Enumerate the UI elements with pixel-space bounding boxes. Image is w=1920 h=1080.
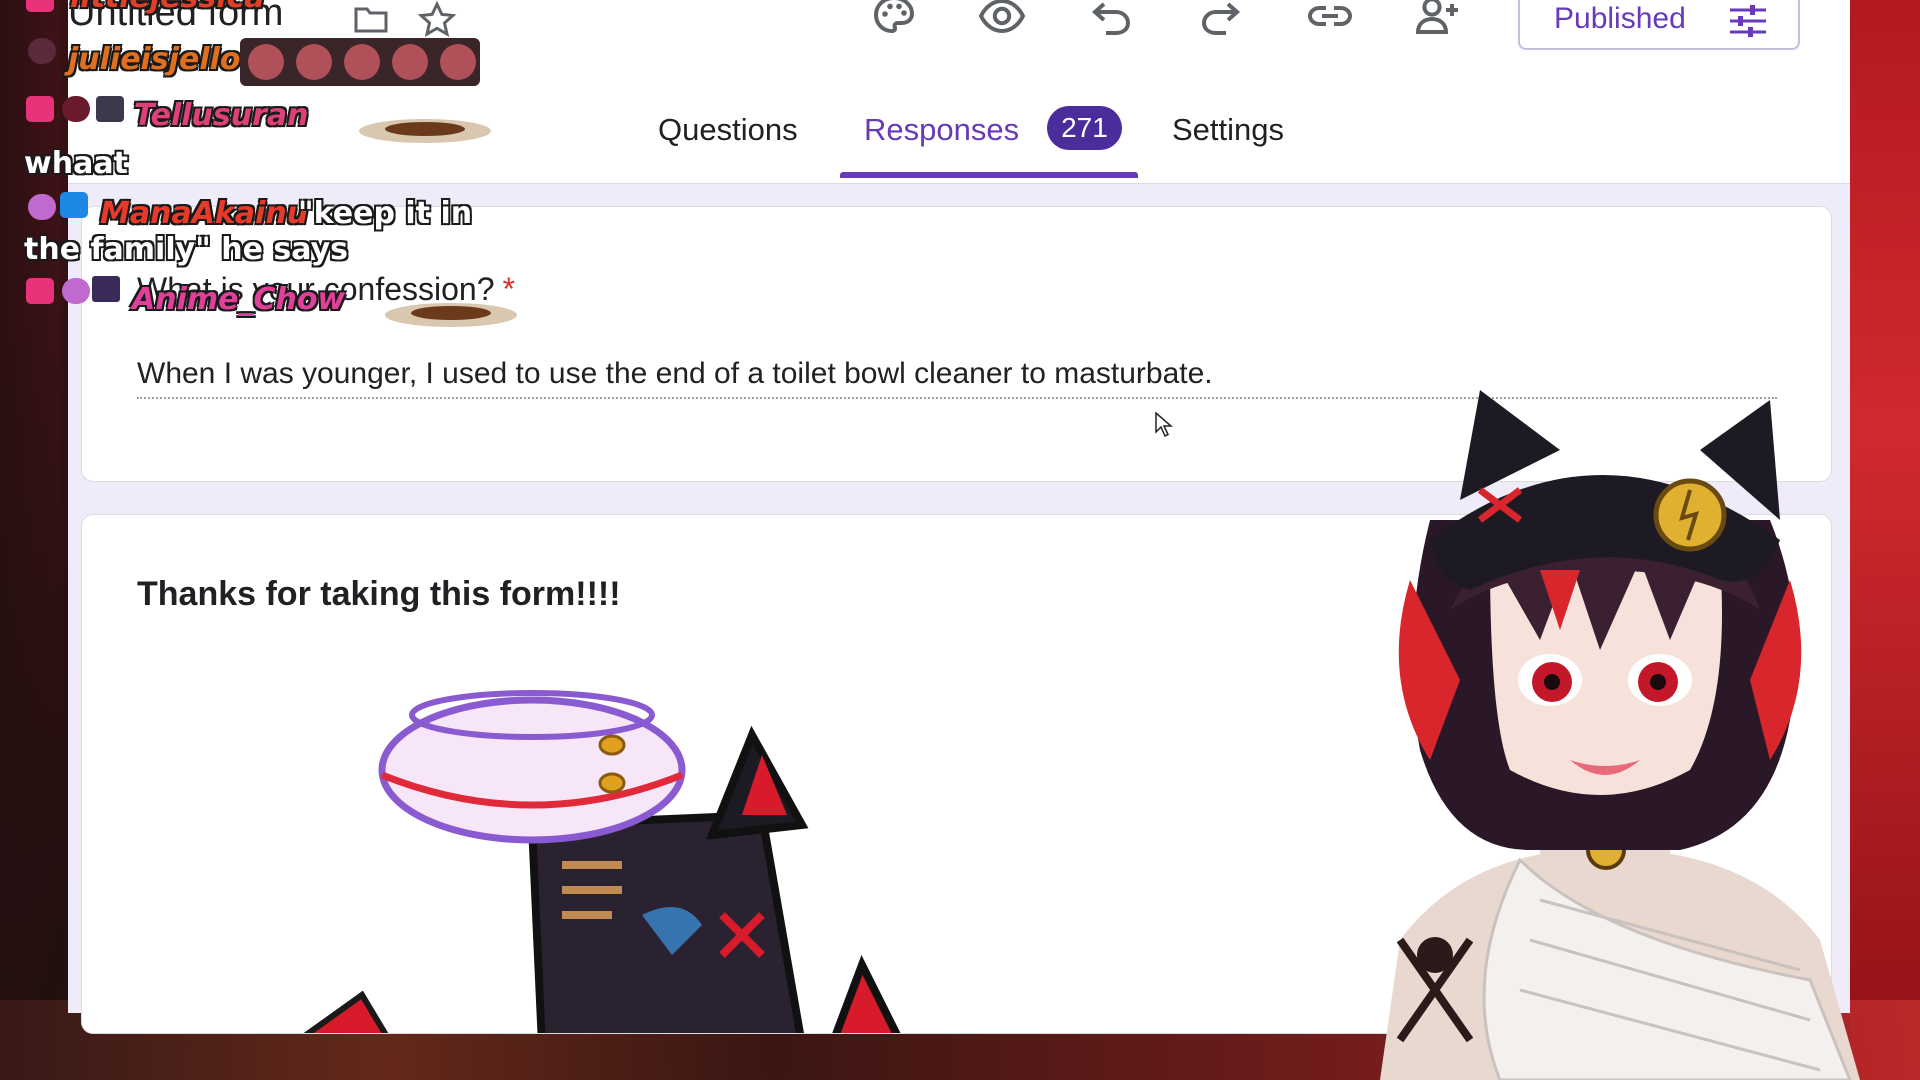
published-button[interactable]: Published bbox=[1518, 0, 1800, 50]
subscriber-badge-icon bbox=[26, 0, 54, 12]
user-avatar-badge-icon bbox=[28, 38, 56, 64]
publish-settings-icon bbox=[1730, 5, 1766, 37]
chat-message-text: whaat bbox=[24, 146, 128, 181]
redo-icon[interactable] bbox=[1196, 0, 1244, 40]
chibi-character-image bbox=[303, 690, 901, 1033]
vtuber-avatar-image bbox=[1380, 390, 1860, 1080]
chat-username: julieisjello bbox=[68, 42, 241, 77]
responses-count-badge: 271 bbox=[1047, 106, 1122, 150]
heart-badge-icon bbox=[26, 278, 54, 304]
tab-responses[interactable]: Responses 271 bbox=[864, 106, 1122, 180]
chat-username: Anime_Chow bbox=[132, 282, 346, 317]
chat-message: littlejessica bbox=[70, 0, 265, 15]
undo-icon[interactable] bbox=[1088, 0, 1136, 40]
wolf-badge-icon bbox=[96, 96, 124, 122]
chat-username: littlejessica bbox=[70, 0, 265, 15]
active-tab-indicator bbox=[840, 172, 1138, 178]
coffee-emote-icon bbox=[359, 119, 491, 143]
mouse-cursor-icon bbox=[1155, 412, 1173, 438]
chat-username: Tellusuran bbox=[134, 98, 309, 133]
emote-row-icon bbox=[240, 38, 480, 86]
chat-message: Tellusuran bbox=[134, 98, 308, 133]
tab-settings-label: Settings bbox=[1172, 112, 1285, 147]
bunny-badge-icon bbox=[62, 96, 90, 122]
tab-questions[interactable]: Questions bbox=[658, 112, 798, 180]
rainbow-badge-icon bbox=[62, 278, 90, 304]
stream-background-red-wall bbox=[1850, 0, 1920, 1080]
published-button-label: Published bbox=[1554, 2, 1686, 35]
coffee-emote-icon bbox=[385, 303, 517, 327]
closing-section-title: Thanks for taking this form!!!! bbox=[137, 575, 621, 613]
stream-chat-overlay: littlejessica julieisjello Tellusuran wh… bbox=[0, 0, 520, 327]
tab-responses-label: Responses bbox=[864, 112, 1020, 147]
palette-icon[interactable] bbox=[870, 0, 918, 40]
heart-badge-icon bbox=[26, 96, 54, 122]
tab-settings[interactable]: Settings bbox=[1172, 112, 1284, 180]
calendar-badge-icon bbox=[92, 276, 120, 302]
preview-eye-icon[interactable] bbox=[978, 0, 1026, 40]
chat-message-text: "keep it in the family" he says bbox=[24, 196, 473, 267]
tab-questions-label: Questions bbox=[658, 112, 798, 147]
chat-message: julieisjello bbox=[68, 42, 241, 77]
link-icon[interactable] bbox=[1306, 0, 1354, 40]
add-collaborator-icon[interactable] bbox=[1414, 0, 1462, 40]
chat-message: Anime_Chow bbox=[132, 282, 345, 317]
